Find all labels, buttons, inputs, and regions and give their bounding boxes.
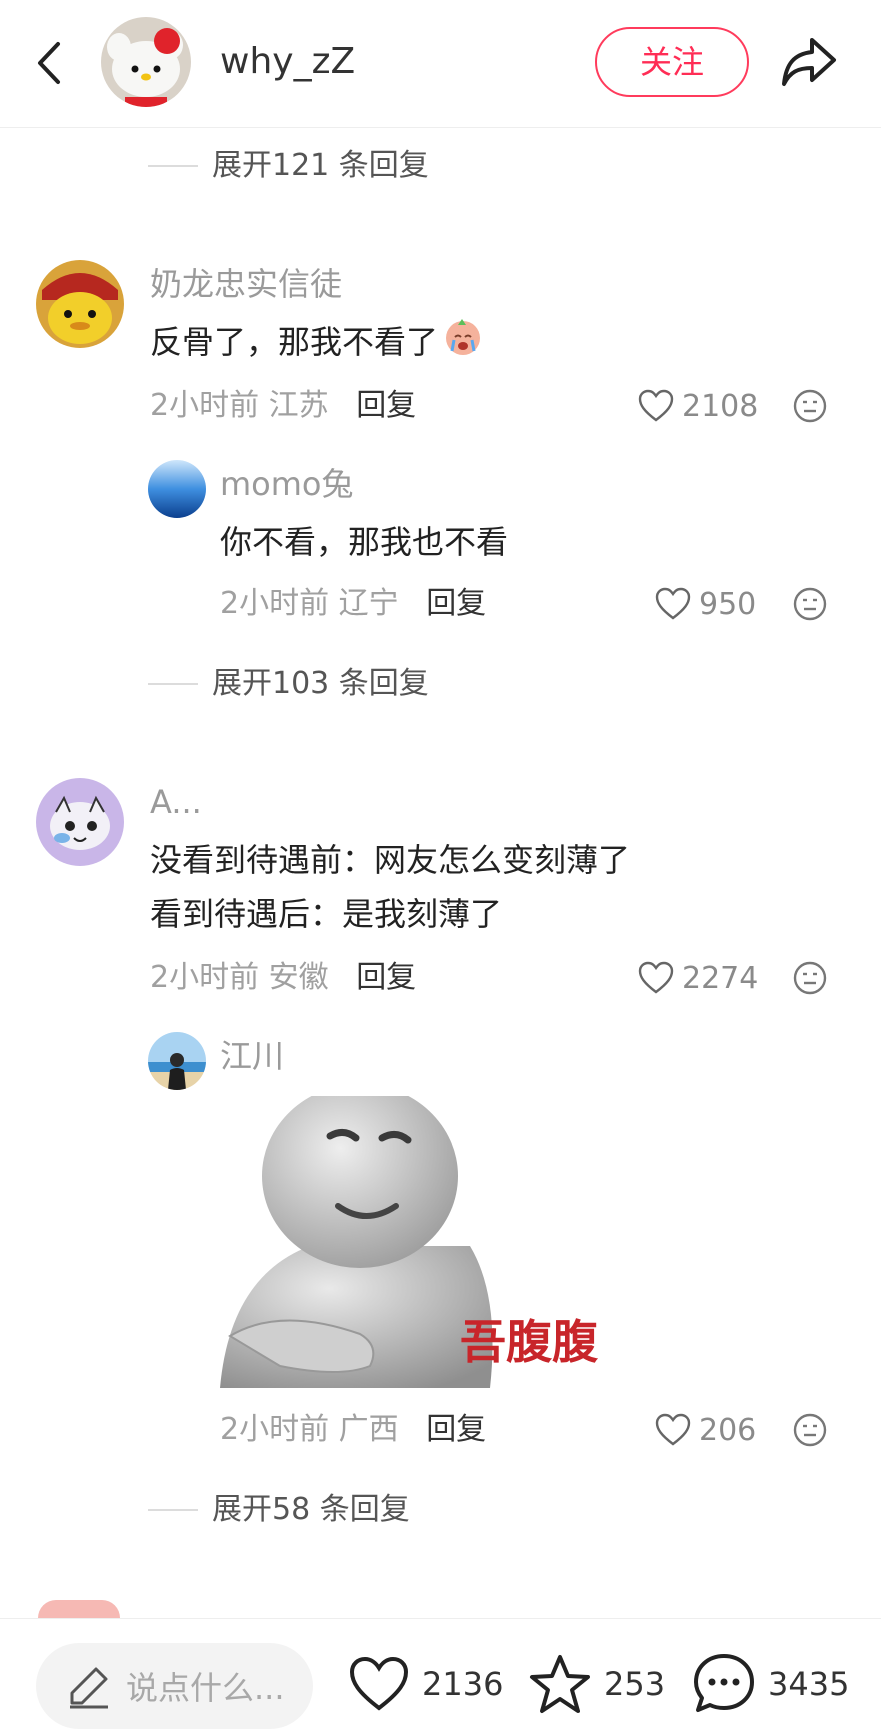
post-comment-count: 3435 <box>768 1665 850 1703</box>
comment-text-line: 没看到待遇前：网友怎么变刻薄了 <box>150 841 631 879</box>
expand-replies-button[interactable]: 展开121 条回复 <box>148 144 429 188</box>
share-icon[interactable] <box>778 30 840 92</box>
reply-button[interactable]: 回复 <box>426 586 486 621</box>
like-button[interactable]: 2274 <box>638 956 758 1000</box>
comment-post-button[interactable]: 3435 <box>692 1649 849 1719</box>
comment-location: 江苏 <box>268 388 329 423</box>
comment-time: 2小时前 <box>150 388 260 423</box>
follow-button[interactable]: 关注 <box>595 27 749 97</box>
reply-time: 2小时前 <box>220 1412 330 1447</box>
reply-meta: 2小时前 辽宁 回复 <box>220 582 486 626</box>
comment-input-placeholder: 说点什么... <box>126 1669 285 1707</box>
comment-time: 2小时前 <box>150 960 260 995</box>
reply-button[interactable]: 回复 <box>356 960 416 995</box>
divider-line <box>148 165 198 167</box>
like-count: 206 <box>699 1412 757 1448</box>
reply-location: 广西 <box>338 1412 399 1447</box>
reply-text: 你不看，那我也不看 <box>220 523 509 561</box>
like-post-button[interactable]: 2136 <box>348 1649 503 1719</box>
bottom-action-bar: 说点什么... 2136 253 3435 <box>0 1618 881 1734</box>
comment-username[interactable]: 奶龙忠实信徒 <box>150 262 342 306</box>
reply-meta: 2小时前 广西 回复 <box>220 1408 486 1452</box>
avatar[interactable] <box>148 460 206 518</box>
comment-text-content: 反骨了，那我不看了 <box>150 323 439 361</box>
heart-icon <box>638 961 674 994</box>
divider-line <box>148 1509 198 1511</box>
avatar[interactable] <box>36 778 124 866</box>
comment-meta: 2小时前 安徽 回复 <box>150 956 416 1000</box>
author-name[interactable]: why_zZ <box>220 38 355 86</box>
comment-bubble-icon <box>694 1654 754 1712</box>
dislike-icon[interactable] <box>792 960 828 996</box>
reply-location: 辽宁 <box>338 586 399 621</box>
expand-replies-button[interactable]: 展开58 条回复 <box>148 1488 410 1532</box>
expand-replies-label: 展开58 条回复 <box>212 1492 410 1527</box>
comment-text-line: 看到待遇后：是我刻薄了 <box>150 895 503 933</box>
like-button[interactable]: 950 <box>655 582 756 626</box>
heart-icon <box>349 1656 409 1711</box>
star-icon <box>530 1655 590 1713</box>
post-like-count: 2136 <box>422 1665 504 1703</box>
avatar[interactable] <box>148 1032 206 1090</box>
heart-icon <box>655 587 691 620</box>
sticker-image[interactable]: 吾腹腹 <box>220 1096 608 1388</box>
sticker-caption: 吾腹腹 <box>460 1315 598 1369</box>
comment-text: 反骨了，那我不看了 <box>150 314 484 374</box>
reply-button[interactable]: 回复 <box>356 388 416 423</box>
comment-meta: 2小时前 江苏 回复 <box>150 384 416 428</box>
divider-line <box>148 683 198 685</box>
like-button[interactable]: 206 <box>655 1408 756 1452</box>
reply-button[interactable]: 回复 <box>426 1412 486 1447</box>
like-button[interactable]: 2108 <box>638 384 758 428</box>
expand-replies-label: 展开103 条回复 <box>212 666 429 701</box>
comment-location: 安徽 <box>268 960 329 995</box>
avatar[interactable] <box>38 1600 120 1618</box>
expand-replies-button[interactable]: 展开103 条回复 <box>148 662 429 706</box>
comment-username[interactable]: A... <box>150 780 202 824</box>
reply-time: 2小时前 <box>220 586 330 621</box>
pen-icon <box>70 1667 108 1709</box>
top-bar: why_zZ 关注 <box>0 0 881 128</box>
back-icon[interactable] <box>28 38 72 88</box>
heart-icon <box>638 389 674 422</box>
post-favorite-count: 253 <box>604 1665 666 1703</box>
author-avatar[interactable] <box>101 17 191 107</box>
dislike-icon[interactable] <box>792 388 828 424</box>
dislike-icon[interactable] <box>792 586 828 622</box>
dislike-icon[interactable] <box>792 1412 828 1448</box>
heart-icon <box>655 1413 691 1446</box>
like-count: 2108 <box>682 388 759 424</box>
favorite-post-button[interactable]: 253 <box>528 1649 665 1719</box>
like-count: 950 <box>699 586 757 622</box>
reply-username[interactable]: momo兔 <box>220 462 354 506</box>
reply-username[interactable]: 江川 <box>220 1034 284 1078</box>
crying-emoji-icon <box>442 315 484 374</box>
comment-input[interactable]: 说点什么... <box>36 1643 313 1729</box>
like-count: 2274 <box>682 960 759 996</box>
expand-replies-label: 展开121 条回复 <box>212 148 429 183</box>
avatar[interactable] <box>36 260 124 348</box>
